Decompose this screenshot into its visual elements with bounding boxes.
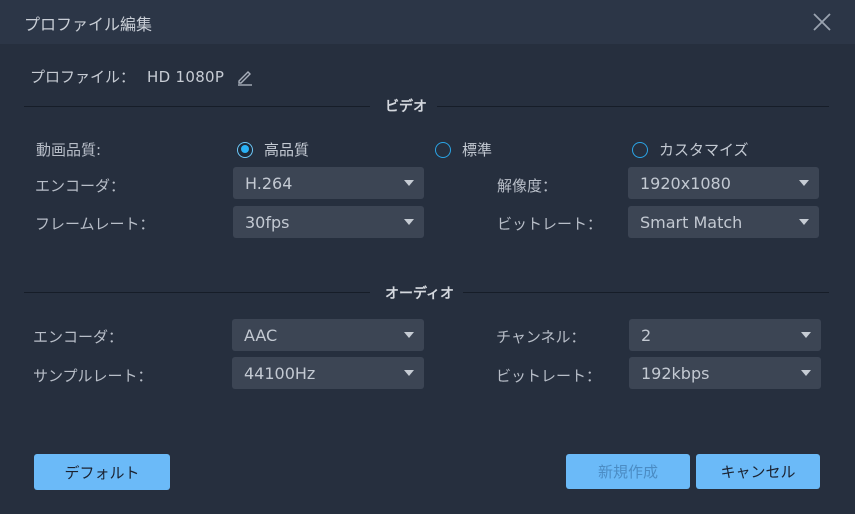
- samplerate-label: サンプルレート：: [33, 367, 153, 385]
- radio-label: カスタマイズ: [659, 141, 749, 159]
- profile-name: HD 1080P: [147, 67, 225, 86]
- audio-encoder-select[interactable]: AAC: [232, 319, 424, 351]
- pencil-icon: [238, 70, 253, 86]
- chevron-down-icon: [799, 219, 809, 225]
- video-quality-label: 動画品質:: [36, 141, 102, 159]
- audio-bitrate-label: ビットレート：: [496, 367, 602, 385]
- default-button[interactable]: デフォルト: [34, 454, 170, 490]
- cancel-button[interactable]: キャンセル: [696, 454, 820, 489]
- radio-unselected-icon: [632, 141, 648, 158]
- select-value: AAC: [244, 325, 278, 345]
- select-value: H.264: [245, 173, 293, 193]
- section-divider: [463, 292, 829, 293]
- samplerate-select[interactable]: 44100Hz: [232, 357, 424, 389]
- profile-label: プロファイル：: [30, 68, 136, 86]
- section-divider: [24, 106, 370, 107]
- radio-selected-icon: [237, 141, 253, 158]
- resolution-label: 解像度：: [497, 177, 558, 195]
- select-value: 2: [641, 325, 652, 345]
- select-value: 192kbps: [641, 363, 710, 383]
- edit-profile-button[interactable]: [236, 68, 254, 86]
- audio-section-title: オーディオ: [385, 286, 455, 302]
- video-section-title: ビデオ: [385, 99, 427, 115]
- title-bar: プロファイル編集: [0, 0, 855, 44]
- video-encoder-label: エンコーダ：: [35, 177, 126, 195]
- chevron-down-icon: [404, 370, 414, 376]
- chevron-down-icon: [404, 332, 414, 338]
- select-value: Smart Match: [640, 212, 743, 232]
- select-value: 1920x1080: [640, 173, 731, 193]
- chevron-down-icon: [404, 180, 414, 186]
- channel-select[interactable]: 2: [629, 319, 821, 351]
- window-title: プロファイル編集: [24, 15, 153, 34]
- video-encoder-select[interactable]: H.264: [233, 167, 424, 199]
- framerate-select[interactable]: 30fps: [233, 206, 424, 238]
- radio-unselected-icon: [435, 141, 451, 158]
- profile-row: プロファイル： HD 1080P: [30, 66, 254, 87]
- audio-encoder-label: エンコーダ：: [33, 328, 124, 346]
- radio-customize[interactable]: カスタマイズ: [632, 139, 749, 160]
- chevron-down-icon: [799, 180, 809, 186]
- video-bitrate-label: ビットレート：: [497, 215, 603, 233]
- create-new-button[interactable]: 新規作成: [566, 454, 690, 489]
- audio-bitrate-select[interactable]: 192kbps: [629, 357, 821, 389]
- framerate-label: フレームレート：: [35, 215, 155, 233]
- select-value: 30fps: [245, 212, 290, 232]
- chevron-down-icon: [404, 219, 414, 225]
- section-divider: [437, 106, 829, 107]
- video-bitrate-select[interactable]: Smart Match: [628, 206, 819, 238]
- radio-high-quality[interactable]: 高品質: [237, 139, 309, 160]
- close-icon: [813, 13, 831, 31]
- chevron-down-icon: [801, 370, 811, 376]
- radio-label: 標準: [462, 141, 493, 159]
- close-button[interactable]: [811, 11, 833, 33]
- select-value: 44100Hz: [244, 363, 316, 383]
- radio-label: 高品質: [264, 141, 310, 159]
- section-divider: [24, 292, 370, 293]
- channel-label: チャンネル：: [496, 328, 586, 346]
- radio-standard[interactable]: 標準: [435, 139, 492, 160]
- chevron-down-icon: [801, 332, 811, 338]
- resolution-select[interactable]: 1920x1080: [628, 167, 819, 199]
